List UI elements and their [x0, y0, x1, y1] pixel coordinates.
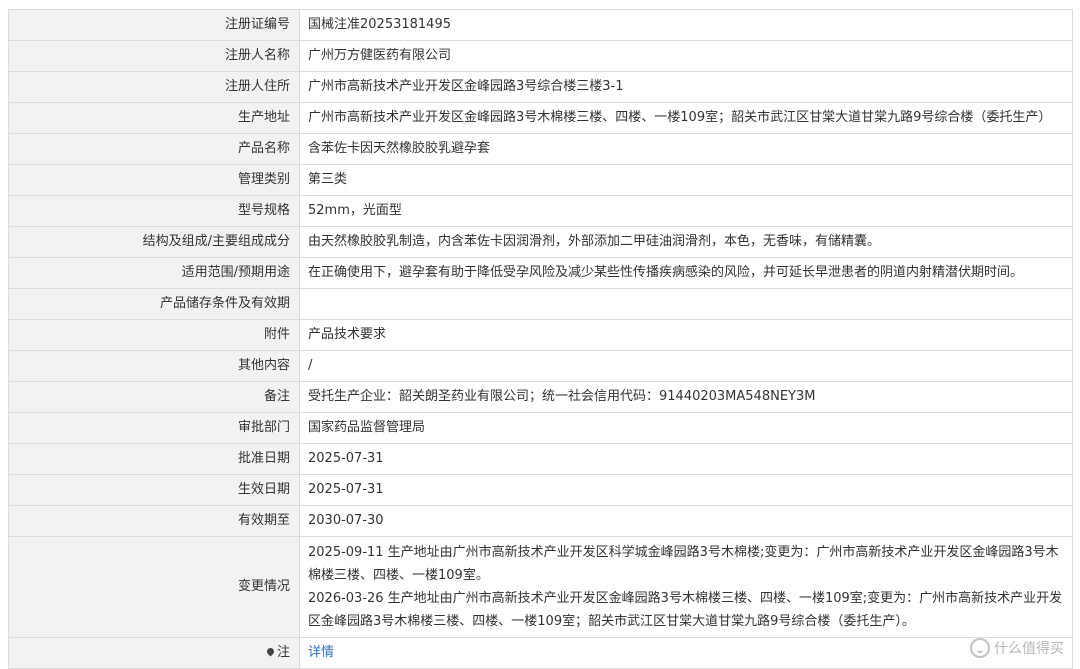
- record-row: 附件 产品技术要求: [8, 319, 1073, 351]
- row-label: 产品储存条件及有效期: [8, 288, 300, 320]
- watermark-text: 什么值得买: [994, 641, 1064, 657]
- row-label: 注册人住所: [8, 71, 300, 103]
- row-value: /: [299, 350, 1073, 382]
- note-label: 注: [276, 645, 290, 660]
- row-value: 2025-07-31: [299, 443, 1073, 475]
- row-value: 52mm，光面型: [299, 195, 1073, 227]
- row-value: 国械注准20253181495: [299, 9, 1073, 41]
- row-label: 结构及组成/主要组成成分: [8, 226, 300, 258]
- row-value: 广州市高新技术产业开发区金峰园路3号综合楼三楼3-1: [299, 71, 1073, 103]
- row-value: 2030-07-30: [299, 505, 1073, 537]
- record-row: 审批部门 国家药品监督管理局: [8, 412, 1073, 444]
- row-value: 含苯佐卡因天然橡胶胶乳避孕套: [299, 133, 1073, 165]
- details-link[interactable]: 详情: [308, 645, 334, 660]
- row-label: 型号规格: [8, 195, 300, 227]
- record-row: 管理类别 第三类: [8, 164, 1073, 196]
- row-label: 其他内容: [8, 350, 300, 382]
- note-label-cell: 注: [8, 637, 300, 669]
- row-value: 受托生产企业：韶关朗圣药业有限公司；统一社会信用代码：91440203MA548…: [299, 381, 1073, 413]
- row-value: 在正确使用下，避孕套有助于降低受孕风险及减少某些性传播疾病感染的风险，并可延长早…: [299, 257, 1073, 289]
- record-row: 注册人住所 广州市高新技术产业开发区金峰园路3号综合楼三楼3-1: [8, 71, 1073, 103]
- change-entry: 2025-09-11 生产地址由广州市高新技术产业开发区科学城金峰园路3号木棉楼…: [308, 545, 1059, 583]
- change-history-value: 2025-09-11 生产地址由广州市高新技术产业开发区科学城金峰园路3号木棉楼…: [299, 536, 1073, 638]
- row-label: 生产地址: [8, 102, 300, 134]
- record-row: 有效期至 2030-07-30: [8, 505, 1073, 537]
- row-value: 2025-07-31: [299, 474, 1073, 506]
- row-label: 注册证编号: [8, 9, 300, 41]
- record-row: 注册人名称 广州万方健医药有限公司: [8, 40, 1073, 72]
- record-body: 注册证编号 国械注准20253181495 注册人名称 广州万方健医药有限公司 …: [8, 9, 1073, 669]
- row-value: 第三类: [299, 164, 1073, 196]
- row-value: 由天然橡胶胶乳制造，内含苯佐卡因润滑剂，外部添加二甲硅油润滑剂，本色，无香味，有…: [299, 226, 1073, 258]
- record-row: 生产地址 广州市高新技术产业开发区金峰园路3号木棉楼三楼、四楼、一楼109室；韶…: [8, 102, 1073, 134]
- note-row: 注 详情: [8, 637, 1073, 669]
- record-row: 备注 受托生产企业：韶关朗圣药业有限公司；统一社会信用代码：91440203MA…: [8, 381, 1073, 413]
- registration-record-table: 注册证编号 国械注准20253181495 注册人名称 广州万方健医药有限公司 …: [8, 9, 1073, 669]
- row-label: 附件: [8, 319, 300, 351]
- row-value: 产品技术要求: [299, 319, 1073, 351]
- record-row: 型号规格 52mm，光面型: [8, 195, 1073, 227]
- row-label: 管理类别: [8, 164, 300, 196]
- record-row: 批准日期 2025-07-31: [8, 443, 1073, 475]
- row-label: 审批部门: [8, 412, 300, 444]
- row-label: 备注: [8, 381, 300, 413]
- change-history-row: 变更情况 2025-09-11 生产地址由广州市高新技术产业开发区科学城金峰园路…: [8, 536, 1073, 638]
- row-label: 适用范围/预期用途: [8, 257, 300, 289]
- row-value: [299, 288, 1073, 320]
- row-label: 有效期至: [8, 505, 300, 537]
- record-row: 产品名称 含苯佐卡因天然橡胶胶乳避孕套: [8, 133, 1073, 165]
- row-value: 广州万方健医药有限公司: [299, 40, 1073, 72]
- row-label: 注册人名称: [8, 40, 300, 72]
- watermark: 什么值得买: [970, 638, 1064, 658]
- record-row: 产品储存条件及有效期: [8, 288, 1073, 320]
- row-label: 批准日期: [8, 443, 300, 475]
- record-row: 注册证编号 国械注准20253181495: [8, 9, 1073, 41]
- record-row: 结构及组成/主要组成成分 由天然橡胶胶乳制造，内含苯佐卡因润滑剂，外部添加二甲硅…: [8, 226, 1073, 258]
- note-value: 详情: [299, 637, 1073, 669]
- record-row: 生效日期 2025-07-31: [8, 474, 1073, 506]
- row-value: 广州市高新技术产业开发区金峰园路3号木棉楼三楼、四楼、一楼109室；韶关市武江区…: [299, 102, 1073, 134]
- change-entry: 2026-03-26 生产地址由广州市高新技术产业开发区金峰园路3号木棉楼三楼、…: [308, 591, 1063, 629]
- row-label: 生效日期: [8, 474, 300, 506]
- pin-icon: [265, 646, 276, 657]
- change-history-label: 变更情况: [8, 536, 300, 638]
- record-row: 适用范围/预期用途 在正确使用下，避孕套有助于降低受孕风险及减少某些性传播疾病感…: [8, 257, 1073, 289]
- row-label: 产品名称: [8, 133, 300, 165]
- record-row: 其他内容 /: [8, 350, 1073, 382]
- smzdm-logo-icon: [970, 638, 990, 658]
- row-value: 国家药品监督管理局: [299, 412, 1073, 444]
